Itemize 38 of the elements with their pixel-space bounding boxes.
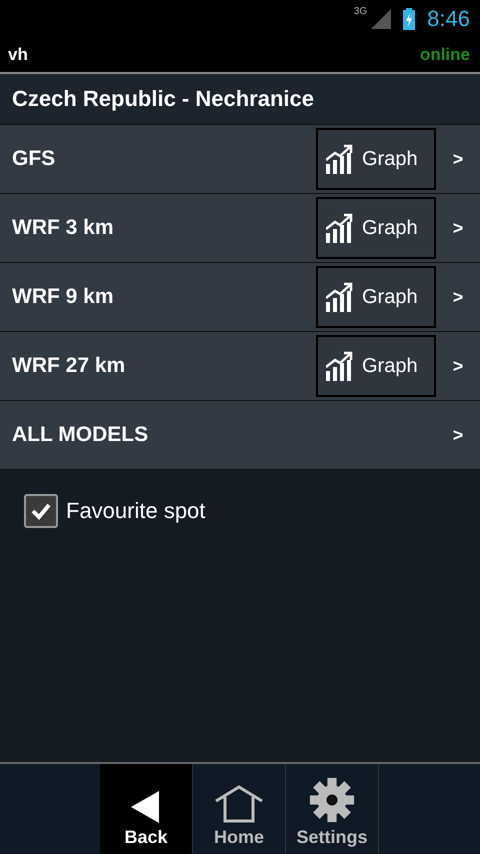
graph-button[interactable]: Graph bbox=[316, 128, 436, 190]
nav-button[interactable]: Settings bbox=[286, 764, 379, 854]
graph-button[interactable]: Graph bbox=[316, 335, 436, 397]
graph-button[interactable]: Graph bbox=[316, 197, 436, 259]
chart-icon bbox=[326, 144, 354, 174]
chevron-label[interactable]: > bbox=[436, 218, 480, 238]
chevron-label[interactable]: > bbox=[436, 424, 480, 446]
chart-icon bbox=[326, 351, 354, 381]
network-type-label: 3G bbox=[354, 6, 368, 17]
battery-charging-icon bbox=[403, 8, 416, 30]
location-title: Czech Republic - Nechranice bbox=[12, 86, 314, 112]
connection-status: online bbox=[420, 45, 470, 65]
model-name: WRF 9 km bbox=[12, 285, 115, 309]
nav-button[interactable]: Home bbox=[193, 764, 286, 854]
app-title: vh bbox=[8, 45, 28, 65]
nav-button[interactable]: Back bbox=[100, 764, 193, 854]
clock-time: 8:46 bbox=[427, 6, 470, 32]
model-row[interactable]: WRF 27 km Graph > bbox=[0, 331, 480, 400]
model-name: ALL MODELS bbox=[12, 423, 150, 447]
chart-icon bbox=[326, 282, 354, 312]
back-icon bbox=[131, 791, 161, 823]
chart-icon bbox=[326, 213, 354, 243]
home-icon bbox=[214, 785, 264, 823]
signal-icon bbox=[371, 9, 392, 29]
model-name: WRF 3 km bbox=[12, 216, 115, 240]
chevron-label[interactable]: > bbox=[436, 148, 480, 170]
chevron-label[interactable]: > bbox=[436, 356, 480, 376]
model-name: GFS bbox=[12, 147, 56, 171]
settings-icon bbox=[307, 777, 357, 823]
model-row[interactable]: GFS Graph > bbox=[0, 124, 480, 193]
checkbox-label: Favourite spot bbox=[66, 498, 206, 524]
checkbox[interactable] bbox=[24, 494, 58, 528]
model-row[interactable]: WRF 9 km Graph > bbox=[0, 262, 480, 331]
model-row[interactable]: ALL MODELS > bbox=[0, 400, 480, 469]
chevron-label[interactable]: > bbox=[436, 286, 480, 308]
model-row[interactable]: WRF 3 km Graph > bbox=[0, 193, 480, 262]
graph-button[interactable]: Graph bbox=[316, 266, 436, 328]
model-name: WRF 27 km bbox=[12, 354, 126, 378]
